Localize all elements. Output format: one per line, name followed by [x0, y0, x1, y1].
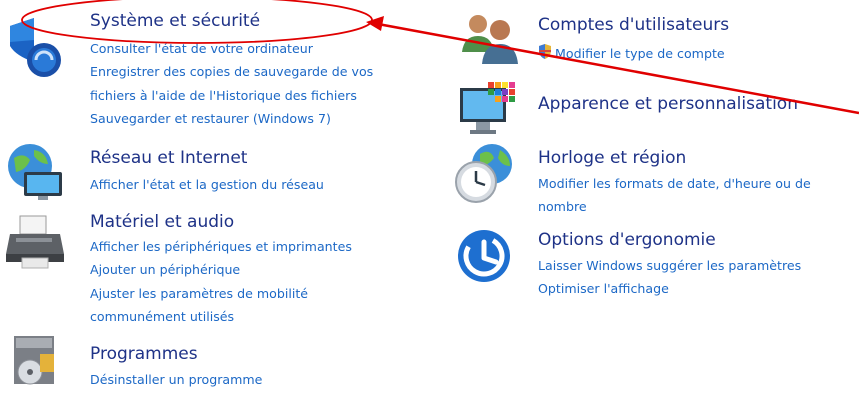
network-globe-icon[interactable] [4, 142, 66, 202]
category-title-clock-region[interactable]: Horloge et région [538, 148, 686, 168]
ease-of-access-icon[interactable] [456, 226, 518, 286]
shield-icon[interactable] [6, 18, 68, 78]
link-date-time-format-line2[interactable]: nombre [538, 195, 811, 218]
link-let-windows-suggest[interactable]: Laisser Windows suggérer les paramètres [538, 254, 801, 277]
link-change-account-type-label: Modifier le type de compte [555, 46, 725, 61]
uac-shield-icon [538, 43, 552, 66]
programs-disc-icon[interactable] [10, 334, 72, 394]
link-change-account-type[interactable]: Modifier le type de compte [538, 42, 725, 66]
link-file-history-line1[interactable]: Enregistrer des copies de sauvegarde de … [90, 60, 373, 83]
category-title-hardware-sound[interactable]: Matériel et audio [90, 212, 234, 232]
category-title-user-accounts[interactable]: Comptes d'utilisateurs [538, 15, 729, 35]
category-title-system-security[interactable]: Système et sécurité [90, 11, 260, 31]
link-mobility-settings-line1[interactable]: Ajuster les paramètres de mobilité [90, 282, 352, 305]
link-optimize-display[interactable]: Optimiser l'affichage [538, 277, 801, 300]
clock-globe-icon[interactable] [452, 142, 514, 203]
monitor-palette-icon[interactable] [458, 80, 520, 140]
link-uninstall-program[interactable]: Désinstaller un programme [90, 368, 262, 391]
category-title-network-internet[interactable]: Réseau et Internet [90, 148, 247, 168]
link-add-device[interactable]: Ajouter un périphérique [90, 258, 352, 281]
category-title-ease-of-access[interactable]: Options d'ergonomie [538, 230, 716, 250]
users-icon[interactable] [458, 10, 520, 70]
link-date-time-format-line1[interactable]: Modifier les formats de date, d'heure ou… [538, 172, 811, 195]
link-network-status[interactable]: Afficher l'état et la gestion du réseau [90, 173, 324, 196]
link-check-computer-status[interactable]: Consulter l'état de votre ordinateur [90, 37, 373, 60]
link-mobility-settings-line2[interactable]: communément utilisés [90, 305, 352, 328]
link-file-history-line2[interactable]: fichiers à l'aide de l'Historique des fi… [90, 84, 373, 107]
category-title-appearance[interactable]: Apparence et personnalisation [538, 94, 798, 114]
category-title-programs[interactable]: Programmes [90, 344, 198, 364]
link-devices-printers[interactable]: Afficher les périphériques et imprimante… [90, 235, 352, 258]
printer-icon[interactable] [4, 212, 66, 272]
link-backup-restore[interactable]: Sauvegarder et restaurer (Windows 7) [90, 107, 373, 130]
